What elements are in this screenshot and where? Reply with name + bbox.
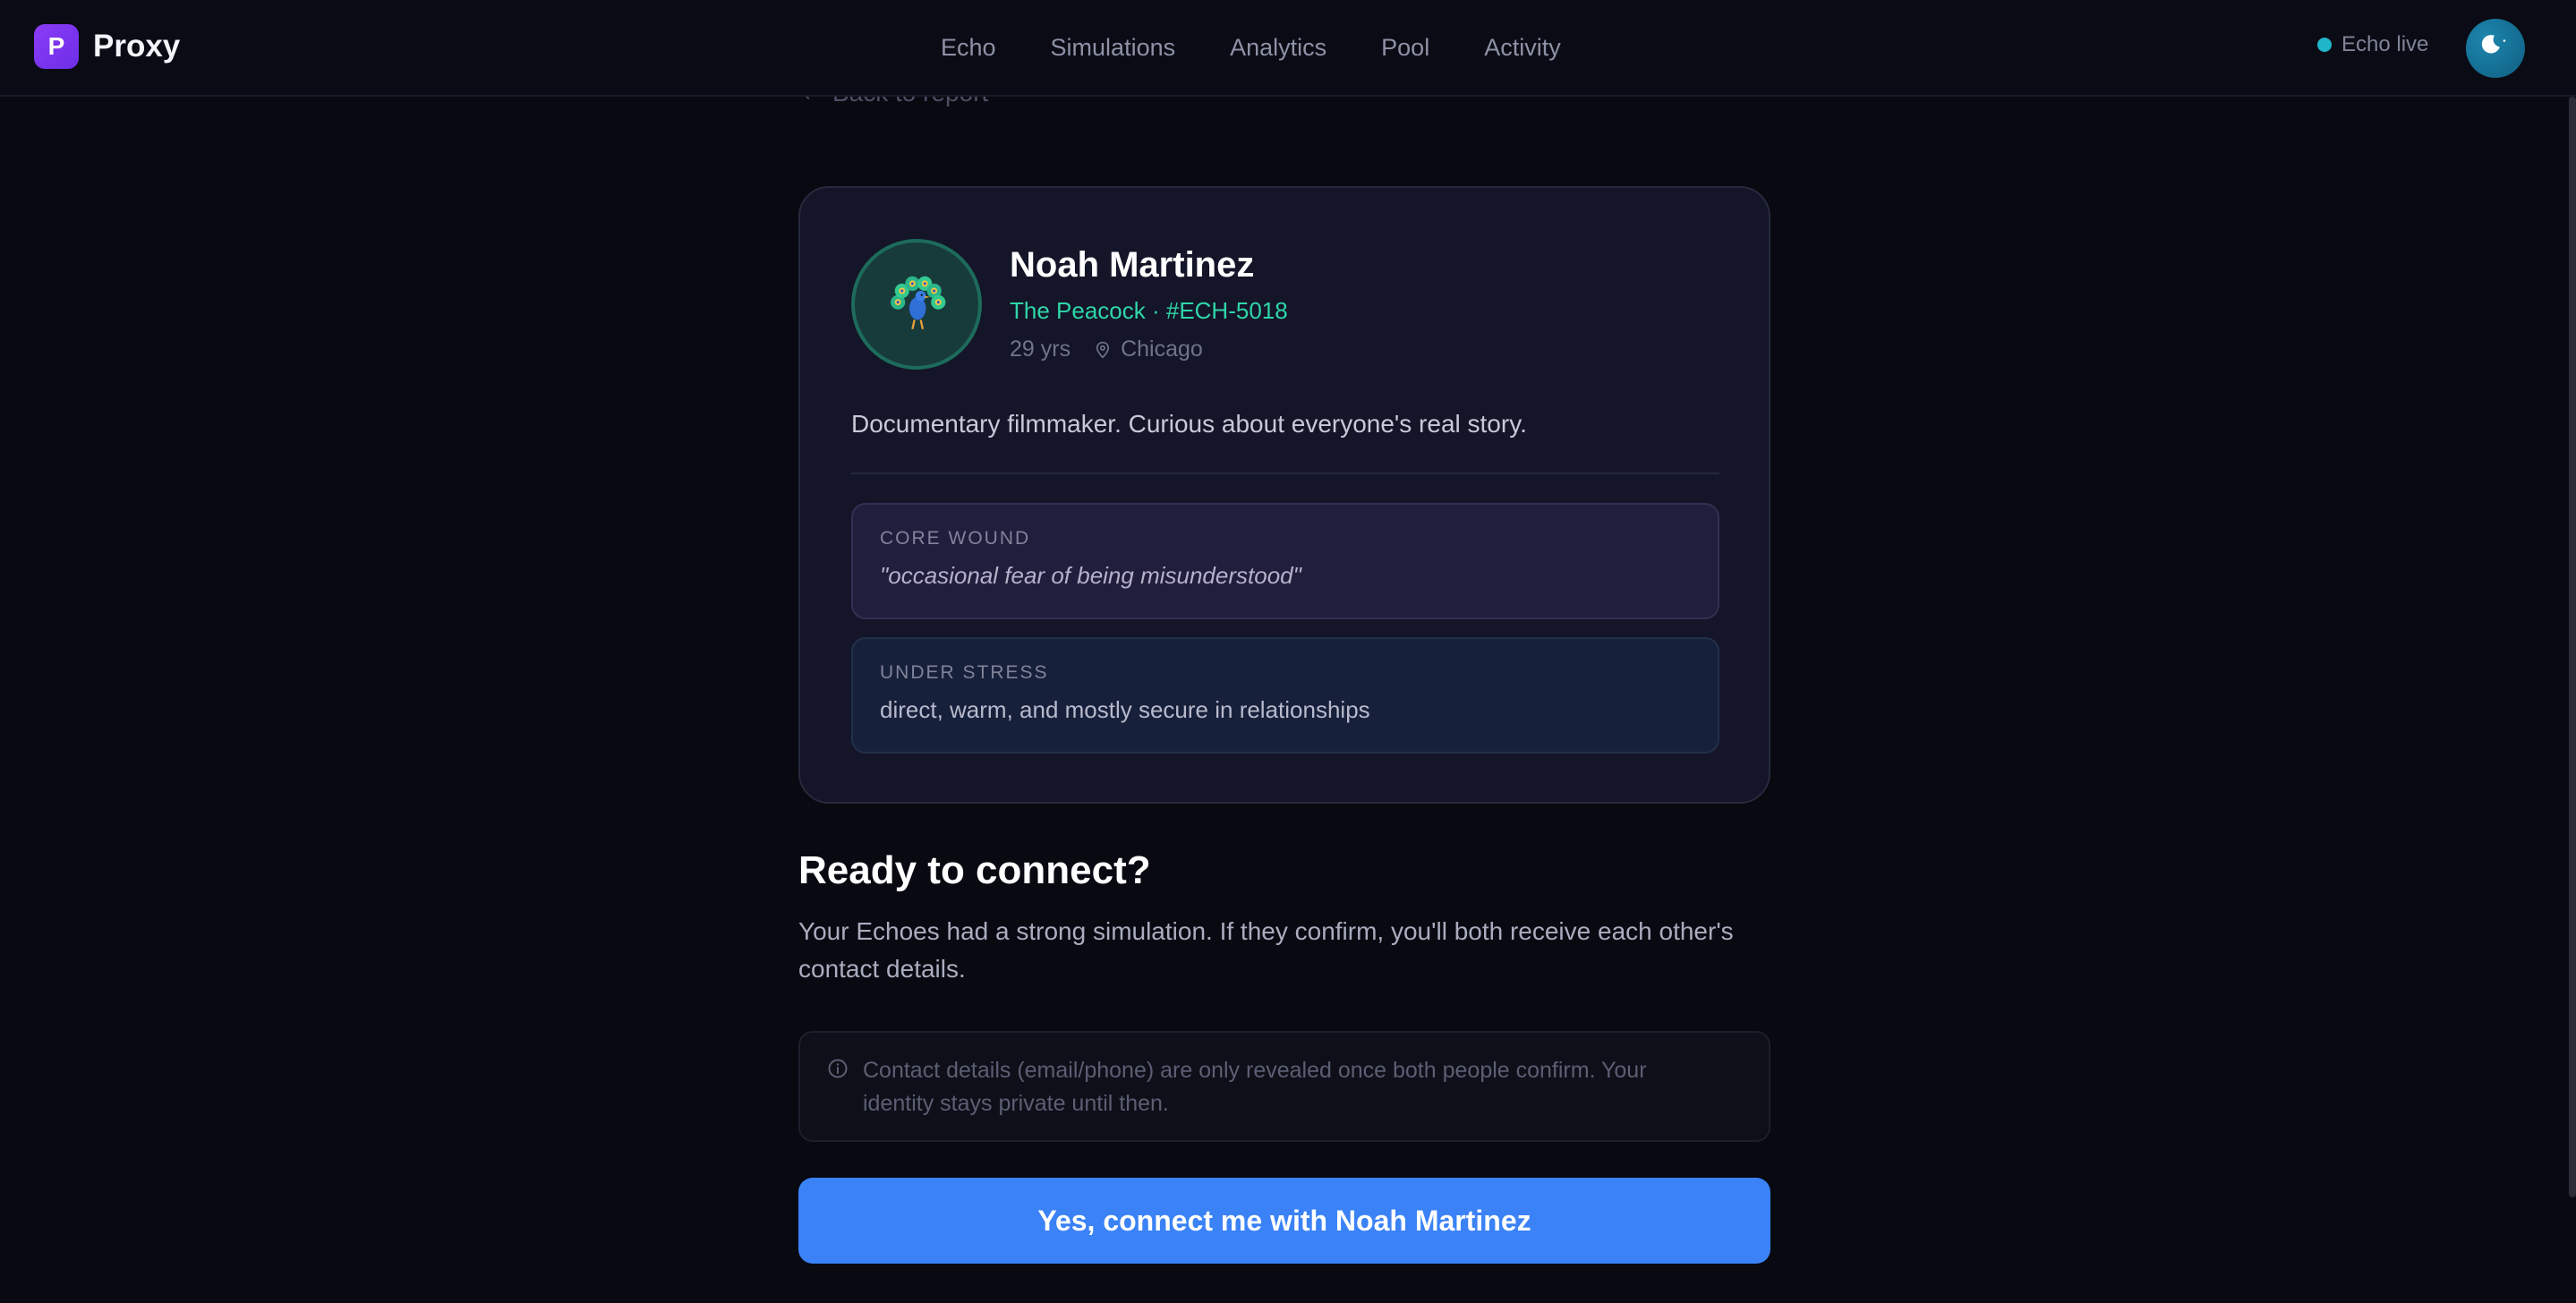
privacy-notice-text: Contact details (email/phone) are only r… [863,1058,1647,1116]
under-stress-text: direct, warm, and mostly secure in relat… [880,696,1370,723]
brand[interactable]: P Proxy [34,24,180,69]
profile-archetype-id: The Peacock · #ECH-5018 [1010,297,1288,324]
under-stress-label: UNDER STRESS [880,662,1049,683]
profile-meta: 29 yrs Chicago [1010,336,1203,362]
location-label: Chicago [1121,336,1203,362]
connect-heading: Ready to connect? [798,848,1151,892]
peacock-icon [891,276,946,330]
location-pin-icon [1096,341,1110,359]
nav-item-activity[interactable]: Activity [1484,34,1561,62]
live-indicator-dot [2317,38,2332,52]
page-scrollbar[interactable] [2569,97,2576,1197]
divider [851,473,1719,474]
nav-item-analytics[interactable]: Analytics [1230,34,1326,62]
moon-icon [2481,35,2506,54]
main-nav: Echo Simulations Analytics Pool Activity [941,0,1561,95]
profile-name: Noah Martinez [1010,245,1255,285]
core-wound-box: CORE WOUND "occasional fear of being mis… [851,503,1719,619]
profile-age: 29 yrs [1010,336,1071,362]
profile-card: Noah Martinez The Peacock · #ECH-5018 29… [798,186,1770,804]
info-icon [828,1059,848,1078]
privacy-notice: Contact details (email/phone) are only r… [798,1031,1770,1142]
nav-item-pool[interactable]: Pool [1381,34,1429,62]
live-status-label: Echo live [2341,32,2429,56]
under-stress-box: UNDER STRESS direct, warm, and mostly se… [851,637,1719,754]
echo-live-status: Echo live [2317,32,2428,57]
core-wound-text: "occasional fear of being misunderstood" [880,562,1301,589]
theme-toggle-button[interactable] [2466,19,2525,78]
top-navigation-bar: P Proxy Echo Simulations Analytics Pool … [0,0,2576,97]
connect-description: Your Echoes had a strong simulation. If … [798,917,1734,983]
nav-item-simulations[interactable]: Simulations [1051,34,1176,62]
profile-location: Chicago [1094,336,1203,362]
core-wound-label: CORE WOUND [880,528,1031,549]
logo-icon: P [34,24,79,69]
avatar [851,239,982,370]
profile-bio: Documentary filmmaker. Curious about eve… [851,410,1527,438]
confirm-connect-button[interactable]: Yes, connect me with Noah Martinez [798,1178,1770,1264]
app-name: Proxy [93,29,181,64]
nav-item-echo[interactable]: Echo [941,34,996,62]
